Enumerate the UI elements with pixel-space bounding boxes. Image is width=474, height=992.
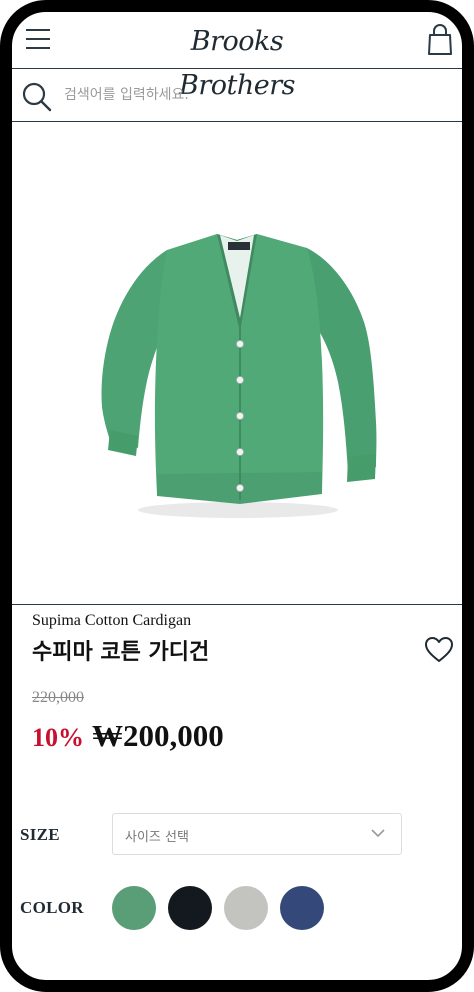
menu-icon[interactable]: [26, 28, 50, 50]
color-swatch-green[interactable]: [112, 886, 156, 930]
phone-frame: Brooks Brothers 검색어를 입력하세요. Supima Cotto…: [0, 0, 474, 992]
cardigan-image: [101, 234, 377, 518]
discount-rate: 10%: [32, 723, 84, 752]
color-swatch-navy-black[interactable]: [168, 886, 212, 930]
color-swatch-gray[interactable]: [224, 886, 268, 930]
original-price: 220,000: [32, 689, 84, 706]
product-name-ko: 수피마 코튼 가디건: [32, 640, 210, 665]
search-input[interactable]: [64, 81, 444, 109]
size-label: SIZE: [20, 825, 60, 844]
color-label: COLOR: [20, 898, 84, 917]
color-swatch-blue[interactable]: [280, 886, 324, 930]
product-image[interactable]: [12, 122, 462, 605]
chevron-down-icon: [371, 829, 385, 838]
sale-price: ₩200,000: [92, 718, 224, 753]
brand-logo[interactable]: Brooks Brothers: [132, 20, 342, 101]
bag-icon[interactable]: [427, 24, 453, 56]
size-select-value: 사이즈 선택: [125, 830, 189, 845]
sale-price-row: 10% ₩200,000: [32, 718, 224, 754]
search-icon[interactable]: [21, 81, 53, 113]
product-name-en: Supima Cotton Cardigan: [32, 612, 192, 629]
header: Brooks Brothers: [12, 12, 462, 101]
size-select[interactable]: 사이즈 선택: [112, 813, 402, 855]
search-bar: [12, 69, 462, 122]
heart-icon[interactable]: [424, 636, 454, 664]
